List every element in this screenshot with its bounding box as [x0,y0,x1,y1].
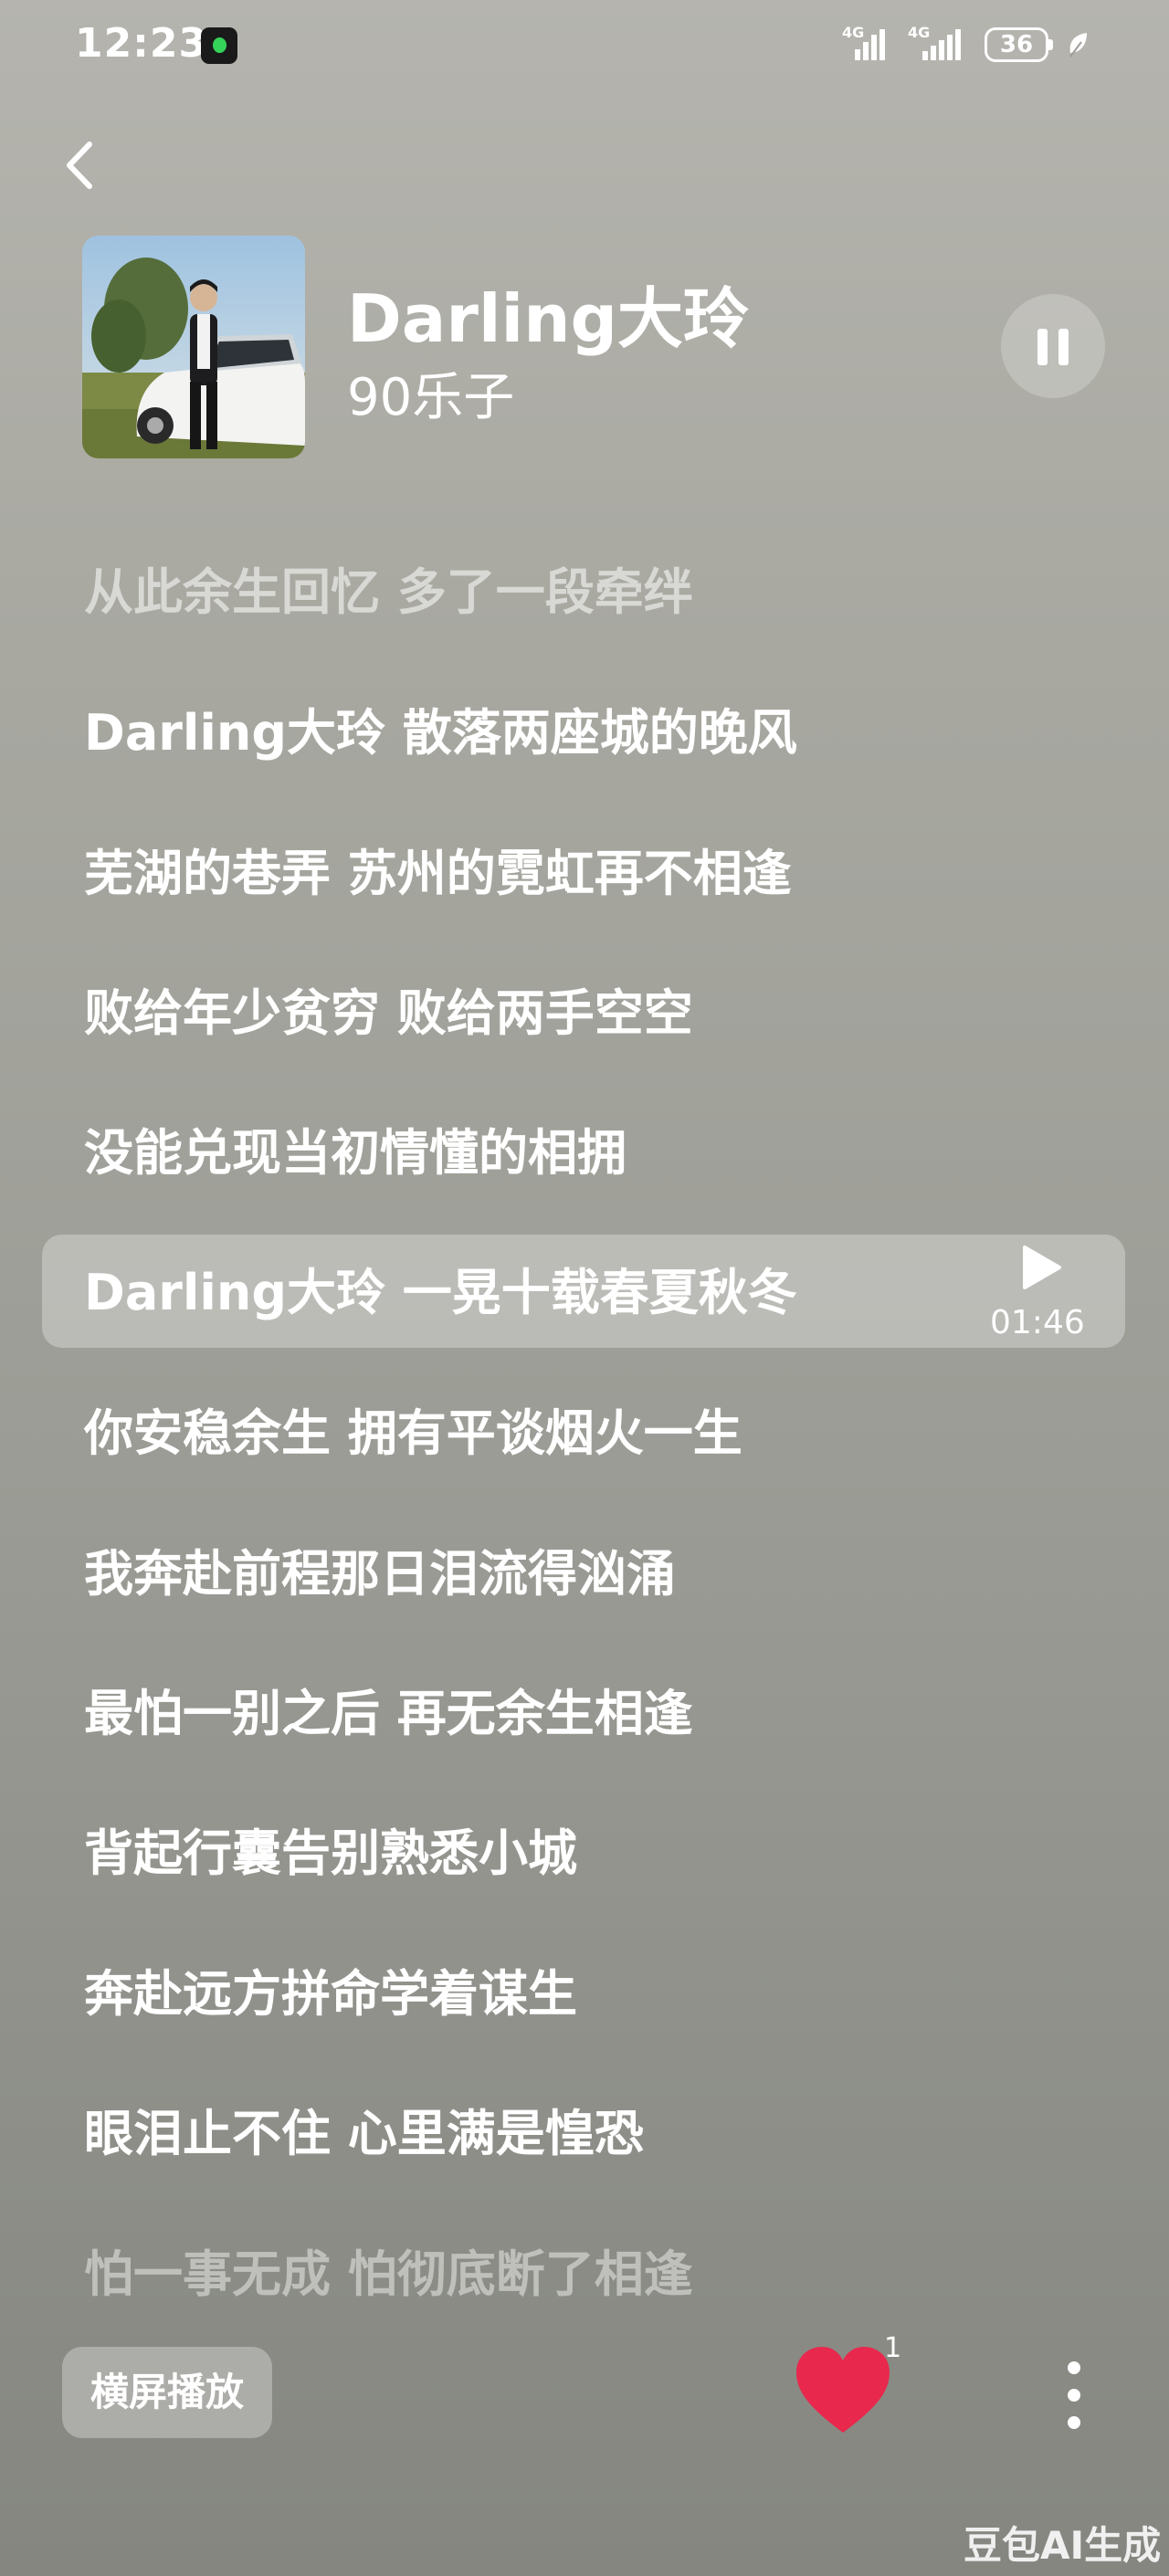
status-time: 12:23 [75,20,208,67]
play-icon [1023,1246,1061,1289]
like-button[interactable] [793,2343,893,2438]
lyric-line[interactable]: 最怕一别之后 再无余生相逢 [84,1689,693,1739]
lyric-line[interactable]: 背起行囊告别熟悉小城 [84,1829,577,1878]
signal-strength-1: 4G [842,24,895,64]
seek-play-button[interactable] [1017,1244,1065,1291]
lyric-line[interactable]: 怕一事无成 怕彻底断了相逢 [84,2250,693,2299]
lyric-line[interactable]: 我奔赴前程那日泪流得汹涌 [84,1550,676,1599]
lyric-line[interactable]: 从此余生回忆 多了一段牵绊 [84,568,693,617]
lyric-line[interactable]: 眼泪止不住 心里满是惶恐 [84,2109,644,2159]
battery-indicator: 36 [985,27,1053,62]
lyric-line-current[interactable]: Darling大玲 一晃十载春夏秋冬 [84,1268,797,1318]
song-title: Darling大玲 [347,280,750,357]
landscape-play-button[interactable]: 横屏播放 [62,2347,272,2438]
more-options-button[interactable] [1048,2356,1100,2434]
artist-name[interactable]: 90乐子 [347,356,514,430]
lyric-line[interactable]: 芜湖的巷弄 苏州的霓虹再不相逢 [84,849,792,899]
back-button[interactable] [57,135,104,195]
chevron-left-icon [67,142,92,189]
lyric-line[interactable]: 败给年少贫穷 败给两手空空 [84,989,693,1038]
heart-icon [796,2347,890,2433]
album-art[interactable] [82,236,305,458]
signal-strength-2: 4G [908,24,975,64]
lyric-line[interactable]: 奔赴远方拼命学着谋生 [84,1970,577,2019]
like-count: 1 [884,2332,902,2364]
lyric-line[interactable]: Darling大玲 散落两座城的晚风 [84,709,797,758]
leaf-icon [1069,33,1087,58]
pause-button[interactable] [1001,294,1105,398]
lyric-line[interactable]: 没能兑现当初情懂的相拥 [84,1129,627,1178]
lyric-line[interactable]: 你安稳余生 拥有平谈烟火一生 [84,1409,742,1458]
watermark-text: 豆包AI生成 [964,2523,1162,2568]
seek-time: 01:46 [990,1304,1085,1341]
music-app-icon [201,27,237,64]
